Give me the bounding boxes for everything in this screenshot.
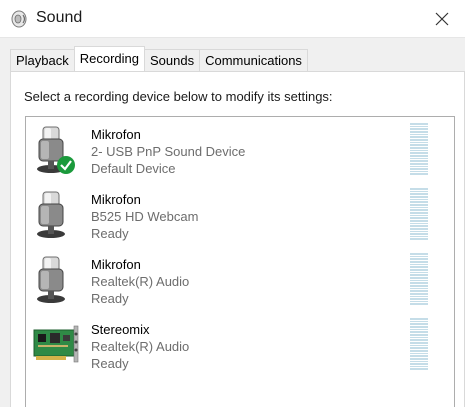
tab-recording[interactable]: Recording: [73, 46, 146, 71]
level-meter: [410, 318, 428, 371]
microphone-icon: [37, 126, 75, 174]
instruction-text: Select a recording device below to modif…: [24, 89, 333, 104]
device-status: Ready: [91, 356, 129, 371]
level-meter: [410, 123, 428, 176]
device-status: Ready: [91, 291, 129, 306]
level-meter: [410, 188, 428, 241]
list-item[interactable]: Stereomix Realtek(R) Audio Ready: [26, 314, 446, 378]
level-meter: [410, 253, 428, 306]
device-list[interactable]: Mikrofon 2- USB PnP Sound Device Default…: [25, 116, 455, 407]
close-icon: [435, 12, 449, 26]
microphone-icon: [37, 191, 65, 238]
list-item[interactable]: Mikrofon 2- USB PnP Sound Device Default…: [26, 119, 446, 183]
device-status: Ready: [91, 226, 129, 241]
device-description: B525 HD Webcam: [91, 209, 199, 224]
list-item[interactable]: Mikrofon Realtek(R) Audio Ready: [26, 249, 446, 313]
device-name: Stereomix: [91, 322, 150, 337]
microphone-icon: [37, 256, 65, 303]
sound-card-icon: [33, 325, 79, 363]
default-check-badge: [57, 156, 75, 174]
device-description: Realtek(R) Audio: [91, 274, 190, 289]
title-bar: Sound: [0, 0, 465, 38]
tab-strip: Playback Recording Sounds Communications: [10, 46, 308, 71]
speaker-icon: [11, 10, 27, 28]
window-title: Sound: [36, 9, 83, 26]
close-button[interactable]: [419, 0, 465, 38]
device-name: Mikrofon: [91, 192, 141, 207]
device-status: Default Device: [91, 161, 176, 176]
device-description: Realtek(R) Audio: [91, 339, 190, 354]
tab-communications[interactable]: Communications: [199, 49, 308, 71]
recording-panel: Select a recording device below to modif…: [10, 71, 465, 407]
device-name: Mikrofon: [91, 257, 141, 272]
device-name: Mikrofon: [91, 127, 141, 142]
device-description: 2- USB PnP Sound Device: [91, 144, 246, 159]
tab-sounds[interactable]: Sounds: [144, 49, 201, 71]
list-item[interactable]: Mikrofon B525 HD Webcam Ready: [26, 184, 446, 248]
tab-playback[interactable]: Playback: [10, 49, 75, 71]
